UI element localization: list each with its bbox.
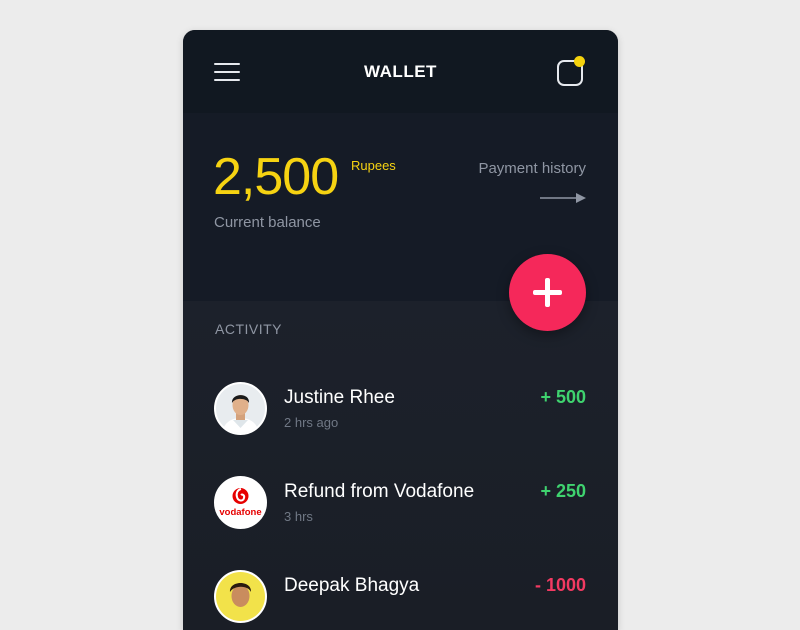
wallet-app-window: WALLET 2,500 Rupees Current balance Paym… <box>183 30 618 630</box>
transaction-name: Deepak Bhagya <box>284 575 420 596</box>
notification-icon[interactable] <box>557 56 585 86</box>
add-money-button[interactable] <box>509 254 586 331</box>
transaction-time: 3 hrs <box>284 509 313 524</box>
transaction-amount: + 500 <box>540 387 586 407</box>
balance-amount: 2,500 <box>213 148 339 206</box>
vodafone-logo: vodafone <box>214 476 267 529</box>
list-item[interactable]: vodafone Refund from Vodafone 3 hrs + 25… <box>183 476 618 556</box>
transaction-amount: + 250 <box>540 481 586 501</box>
payment-history-link[interactable]: Payment history <box>453 160 586 177</box>
transaction-name: Justine Rhee <box>284 387 395 408</box>
top-bar: WALLET <box>183 30 618 113</box>
transaction-amount: - 1000 <box>534 575 586 595</box>
transaction-name: Refund from Vodafone <box>284 481 475 502</box>
list-item[interactable]: Justine Rhee 2 hrs ago + 500 <box>183 382 618 462</box>
notification-badge <box>574 56 585 67</box>
balance-label: Current balance <box>214 214 321 231</box>
svg-text:vodafone: vodafone <box>219 507 261 518</box>
activity-heading: ACTIVITY <box>215 321 283 337</box>
balance-currency: Rupees <box>351 158 396 173</box>
page-title: WALLET <box>364 62 437 81</box>
avatar <box>214 570 267 623</box>
transaction-time: 2 hrs ago <box>284 415 339 430</box>
arrow-right-icon[interactable] <box>540 192 586 204</box>
activity-section: ACTIVITY Justine Rhee 2 hrs ago + 500 vo… <box>183 301 618 630</box>
list-item[interactable]: Deepak Bhagya - 1000 <box>183 570 618 630</box>
avatar <box>214 382 267 435</box>
